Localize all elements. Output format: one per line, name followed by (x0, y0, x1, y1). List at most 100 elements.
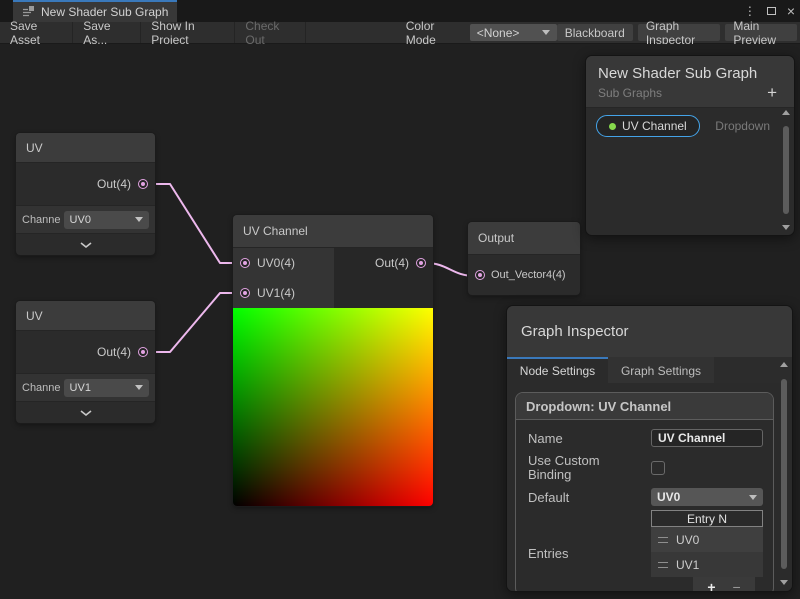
scroll-down-icon[interactable] (782, 225, 790, 230)
channel-value: UV1 (70, 382, 91, 394)
node-uv-a[interactable]: UV Out(4) Channe UV0 (16, 133, 155, 255)
out-port[interactable] (138, 347, 148, 357)
entry-item-uv0[interactable]: UV0 (651, 527, 763, 552)
channel-label: Channe (22, 214, 61, 226)
input-column: UV0(4) UV1(4) (233, 248, 334, 308)
add-entry-button[interactable]: + (707, 582, 715, 592)
node-uv-b[interactable]: UV Out(4) Channe UV1 (16, 301, 155, 423)
output-port-row: Out(4) (16, 331, 155, 373)
scroll-up-icon[interactable] (780, 362, 788, 367)
scroll-down-icon[interactable] (780, 580, 788, 585)
chevron-down-icon (542, 30, 550, 35)
add-property-button[interactable]: + (767, 87, 782, 99)
name-field[interactable]: UV Channel (651, 429, 763, 447)
output-column: Out(4) (334, 248, 433, 308)
inspector-content: Dropdown: UV Channel Name UV Channel Use… (507, 383, 792, 592)
tab-title: New Shader Sub Graph (41, 5, 168, 19)
field-type-label: Dropdown (715, 119, 770, 133)
blackboard-field-uv-channel[interactable]: UV Channel (596, 115, 700, 137)
entry-label: UV0 (676, 533, 699, 547)
entries-list: Entry N UV0 UV1 + − (651, 510, 763, 592)
chevron-down-icon (80, 410, 92, 416)
exposed-dot-icon (609, 123, 616, 130)
save-as-button[interactable]: Save As... (73, 22, 141, 43)
channel-control-row: Channe UV1 (16, 373, 155, 401)
out-vector4-in-port[interactable] (475, 270, 485, 280)
uv-preview (233, 308, 433, 506)
chevron-down-icon (135, 385, 143, 390)
tab-node-settings[interactable]: Node Settings (507, 357, 608, 383)
node-output[interactable]: Output Out_Vector4(4) (468, 222, 580, 295)
inspector-tabs: Node Settings Graph Settings (507, 357, 792, 383)
blackboard-subtitle-row: Sub Graphs + (598, 86, 782, 100)
name-label: Name (528, 431, 563, 446)
io-section: UV0(4) UV1(4) Out(4) (233, 248, 433, 308)
save-asset-button[interactable]: Save Asset (0, 22, 73, 43)
node-title[interactable]: UV (16, 301, 155, 331)
maximize-icon[interactable] (767, 7, 776, 15)
input-port-row: Out_Vector4(4) (468, 255, 580, 295)
show-in-project-button[interactable]: Show In Project (141, 22, 235, 43)
scrollbar-thumb[interactable] (781, 379, 787, 569)
port-label: Out_Vector4(4) (491, 269, 566, 281)
blackboard-panel: New Shader Sub Graph Sub Graphs + UV Cha… (585, 55, 795, 236)
out-port[interactable] (416, 258, 426, 268)
section-body: Name UV Channel Use Custom Binding Defau… (516, 420, 773, 592)
out-port[interactable] (138, 179, 148, 189)
blackboard-toggle-button[interactable]: Blackboard (557, 24, 633, 41)
channel-control-row: Channe UV0 (16, 205, 155, 233)
uv1-in-port[interactable] (240, 288, 250, 298)
tab-graph-settings[interactable]: Graph Settings (608, 357, 714, 383)
uv0-in-port[interactable] (240, 258, 250, 268)
use-custom-binding-checkbox[interactable] (651, 461, 665, 475)
collapse-preview-button[interactable] (16, 233, 155, 255)
inspector-title: Graph Inspector (521, 323, 629, 340)
close-icon[interactable]: × (787, 4, 795, 18)
default-dropdown[interactable]: UV0 (651, 488, 763, 506)
blackboard-scrollbar (780, 110, 792, 232)
name-row: Name UV Channel (528, 429, 763, 447)
channel-dropdown[interactable]: UV0 (64, 211, 149, 229)
field-label: UV Channel (622, 119, 687, 133)
node-title[interactable]: UV (16, 133, 155, 163)
entry-item-uv1[interactable]: UV1 (651, 552, 763, 577)
blackboard-field-row: UV Channel Dropdown (596, 115, 786, 137)
more-menu-icon[interactable]: ⋮ (744, 5, 756, 17)
graph-inspector-toggle-button[interactable]: Graph Inspector (638, 24, 721, 41)
custom-binding-control (651, 461, 763, 475)
channel-value: UV0 (70, 214, 91, 226)
color-mode-dropdown[interactable]: <None> (470, 24, 557, 41)
entry-name-header: Entry N (651, 510, 763, 527)
default-value: UV0 (657, 490, 680, 504)
port-label: Out(4) (375, 256, 409, 270)
blackboard-subtitle: Sub Graphs (598, 86, 662, 100)
node-title[interactable]: Output (468, 222, 580, 255)
drag-handle-icon[interactable] (658, 537, 668, 543)
default-row: Default UV0 (528, 488, 763, 506)
entry-label: UV1 (676, 558, 699, 572)
color-mode-label: Color Mode (406, 19, 460, 47)
inspector-header: Graph Inspector (507, 306, 792, 357)
port-label: Out(4) (97, 177, 131, 191)
collapse-preview-button[interactable] (16, 401, 155, 423)
input-port-row: UV0(4) (233, 248, 334, 278)
channel-dropdown[interactable]: UV1 (64, 379, 149, 397)
scrollbar-thumb[interactable] (783, 126, 789, 214)
graph-inspector-panel: Graph Inspector Node Settings Graph Sett… (506, 305, 793, 592)
scroll-up-icon[interactable] (782, 110, 790, 115)
panel-toggle-group: Blackboard Graph Inspector Main Preview (557, 24, 797, 41)
blackboard-title: New Shader Sub Graph (598, 65, 782, 82)
node-uv-channel[interactable]: UV Channel UV0(4) UV1(4) Out(4) (233, 215, 433, 506)
check-out-button: Check Out (235, 22, 305, 43)
input-port-row: UV1(4) (233, 278, 334, 308)
default-label: Default (528, 490, 569, 505)
chevron-down-icon (80, 242, 92, 248)
port-label: UV1(4) (257, 286, 295, 300)
drag-handle-icon[interactable] (658, 562, 668, 568)
blackboard-header: New Shader Sub Graph Sub Graphs + (586, 56, 794, 108)
use-custom-binding-label: Use Custom Binding (528, 454, 620, 482)
remove-entry-button[interactable]: − (733, 582, 741, 592)
inspector-scrollbar (778, 362, 790, 587)
node-title[interactable]: UV Channel (233, 215, 433, 248)
main-preview-toggle-button[interactable]: Main Preview (725, 24, 797, 41)
